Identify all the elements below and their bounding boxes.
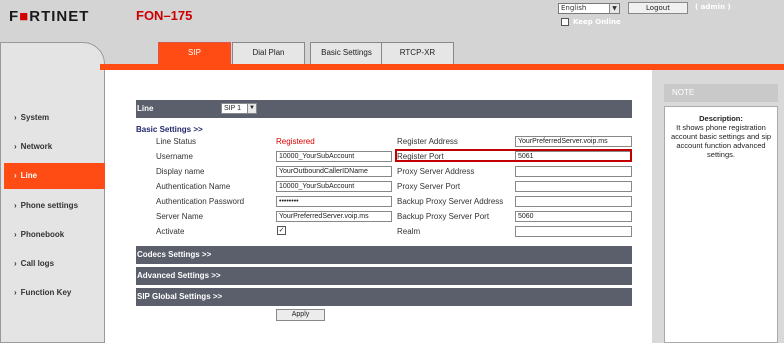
chevron-right-icon: ›	[14, 201, 17, 210]
line-select[interactable]: SIP 1 ▼	[221, 103, 257, 114]
main-panel: Line SIP 1 ▼ Basic Settings >> Line Stat…	[105, 70, 652, 343]
display-name-field[interactable]: YourOutboundCallerIDName	[276, 166, 392, 177]
authentication-name-label: Authentication Name	[156, 182, 231, 191]
backup-proxy-server-address-field[interactable]	[515, 196, 632, 207]
line-label: Line	[137, 104, 154, 113]
fortinet-logo: F■RTINET	[9, 8, 90, 25]
proxy-server-address-label: Proxy Server Address	[397, 167, 475, 176]
tab-dial-plan[interactable]: Dial Plan	[232, 42, 305, 64]
apply-button[interactable]: Apply	[276, 309, 325, 321]
authentication-password-field[interactable]: ••••••••	[276, 196, 392, 207]
keep-online-option[interactable]: Keep Online	[561, 18, 621, 26]
sidebar-item-system[interactable]: › System	[4, 105, 105, 131]
sidebar-item-phonebook[interactable]: › Phonebook	[4, 222, 105, 248]
backup-proxy-server-port-label: Backup Proxy Server Port	[397, 212, 490, 221]
backup-proxy-server-port-field[interactable]: 5060	[515, 211, 632, 222]
note-panel: Description: It shows phone registration…	[664, 106, 778, 343]
chevron-right-icon: ›	[14, 230, 17, 239]
chevron-down-icon: ▼	[609, 4, 619, 13]
chevron-right-icon: ›	[14, 288, 17, 297]
server-name-field[interactable]: YourPreferredServer.voip.ms	[276, 211, 392, 222]
backup-proxy-server-address-label: Backup Proxy Server Address	[397, 197, 504, 206]
register-address-label: Register Address	[397, 137, 458, 146]
current-user: ( admin )	[695, 3, 731, 11]
tab-basic-settings[interactable]: Basic Settings	[310, 42, 383, 64]
activate-label: Activate	[156, 227, 185, 236]
sidebar-item-phone-settings[interactable]: › Phone settings	[4, 193, 105, 219]
basic-settings-heading[interactable]: Basic Settings >>	[136, 125, 203, 134]
note-text: It shows phone registration account basi…	[670, 123, 772, 159]
keep-online-label: Keep Online	[573, 18, 621, 26]
line-status-label: Line Status	[156, 137, 197, 146]
authentication-name-field[interactable]: 10000_YourSubAccount	[276, 181, 392, 192]
device-model: FON–175	[136, 8, 193, 23]
authentication-password-label: Authentication Password	[156, 197, 245, 206]
display-name-label: Display name	[156, 167, 205, 176]
sip-global-settings-bar[interactable]: SIP Global Settings >>	[136, 288, 632, 306]
sidebar-item-call-logs[interactable]: › Call logs	[4, 251, 105, 277]
line-section-bar: Line SIP 1 ▼	[136, 100, 632, 118]
activate-checkbox[interactable]: ✓	[277, 226, 286, 235]
sidebar-item-network[interactable]: › Network	[4, 134, 105, 160]
note-title: Description:	[699, 114, 743, 123]
language-select-value: English	[561, 4, 587, 12]
chevron-right-icon: ›	[14, 142, 17, 151]
chevron-down-icon: ▼	[247, 104, 256, 113]
logout-button[interactable]: Logout	[628, 2, 688, 14]
language-select[interactable]: English ▼	[558, 3, 620, 14]
register-address-field[interactable]: YourPreferredServer.voip.ms	[515, 136, 632, 147]
line-status-value: Registered	[276, 137, 315, 146]
chevron-right-icon: ›	[14, 171, 17, 180]
realm-label: Realm	[397, 227, 421, 236]
proxy-server-port-label: Proxy Server Port	[397, 182, 461, 191]
keep-online-checkbox[interactable]	[561, 18, 569, 26]
chevron-right-icon: ›	[14, 113, 17, 122]
server-name-label: Server Name	[156, 212, 204, 221]
chevron-right-icon: ›	[14, 259, 17, 268]
sidebar-item-line[interactable]: › Line	[4, 163, 105, 189]
proxy-server-address-field[interactable]	[515, 166, 632, 177]
tab-rtcp-xr[interactable]: RTCP-XR	[381, 42, 454, 64]
codecs-settings-bar[interactable]: Codecs Settings >>	[136, 246, 632, 264]
note-header: NOTE	[664, 84, 778, 102]
username-label: Username	[156, 152, 193, 161]
tab-sip[interactable]: SIP	[158, 42, 231, 64]
realm-field[interactable]	[515, 226, 632, 237]
register-port-highlight	[395, 149, 632, 162]
advanced-settings-bar[interactable]: Advanced Settings >>	[136, 267, 632, 285]
proxy-server-port-field[interactable]	[515, 181, 632, 192]
sidebar: › System › Network › Line › Phone settings ›…	[0, 42, 105, 343]
sidebar-item-function-key[interactable]: › Function Key	[4, 280, 105, 306]
username-field[interactable]: 10000_YourSubAccount	[276, 151, 392, 162]
